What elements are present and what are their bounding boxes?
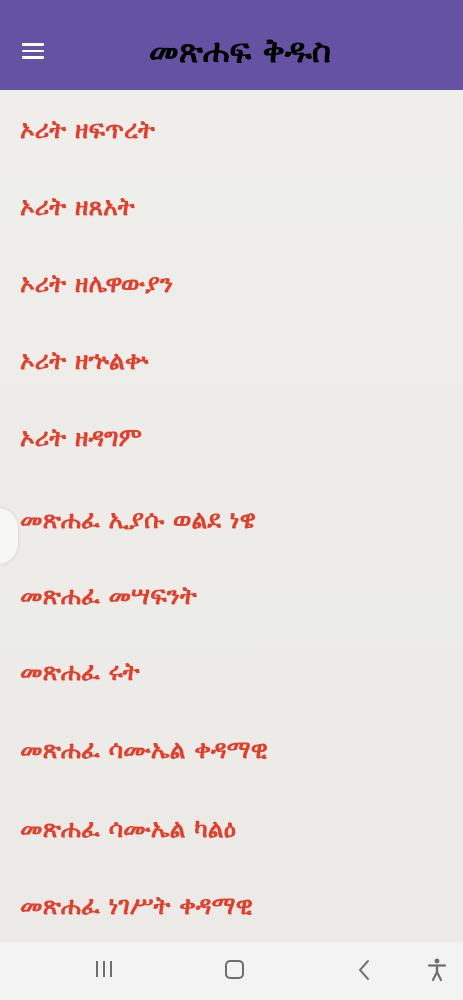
book-label: ኦሪት ዘሌዋውያን — [20, 269, 174, 298]
book-label: መጽሐፈ ሩት — [20, 657, 140, 686]
book-label: መጽሐፈ ሳሙኤል ካልዕ — [20, 814, 237, 843]
book-item-1-kings[interactable]: መጽሐፈ ነገሥት ቀዳማዊ — [0, 868, 463, 942]
book-label: ኦሪት ዘፍጥረት — [20, 115, 155, 144]
hamburger-menu-icon[interactable] — [18, 38, 50, 64]
book-label: መጽሐፈ ሳሙኤል ቀዳማዊ — [20, 735, 268, 764]
book-label: መጽሐፈ ነገሥት ቀዳማዊ — [20, 891, 253, 920]
home-icon[interactable] — [210, 942, 260, 1000]
status-bar — [0, 0, 463, 12]
book-label: ኦሪት ዘኍልቍ — [20, 346, 149, 375]
book-item-leviticus[interactable]: ኦሪት ዘሌዋውያን — [0, 246, 463, 322]
book-item-ruth[interactable]: መጽሐፈ ሩት — [0, 634, 463, 710]
book-item-deuteronomy[interactable]: ኦሪት ዘዳግም — [0, 400, 463, 476]
back-icon[interactable] — [340, 942, 390, 1000]
book-label: መጽሐፈ ኢያሱ ወልደ ነዌ — [20, 505, 256, 534]
book-item-joshua[interactable]: መጽሐፈ ኢያሱ ወልደ ነዌ — [0, 482, 463, 558]
book-item-2-samuel[interactable]: መጽሐፈ ሳሙኤል ካልዕ — [0, 791, 463, 867]
recent-apps-icon[interactable] — [80, 942, 130, 1000]
book-item-judges[interactable]: መጽሐፈ መሣፍንት — [0, 558, 463, 634]
book-item-genesis[interactable]: ኦሪት ዘፍጥረት — [0, 92, 463, 168]
system-nav-bar — [0, 942, 463, 1000]
book-label: ኦሪት ዘዳግም — [20, 423, 142, 452]
app-bar: መጽሐፍ ቅዱስ — [0, 12, 463, 90]
accessibility-icon[interactable] — [418, 942, 458, 1000]
book-item-1-samuel[interactable]: መጽሐፈ ሳሙኤል ቀዳማዊ — [0, 712, 463, 788]
book-label: ኦሪት ዘጸአት — [20, 192, 135, 221]
book-list[interactable]: ኦሪት ዘፍጥረት ኦሪት ዘጸአት ኦሪት ዘሌዋውያን ኦሪት ዘኍልቍ ኦ… — [0, 90, 463, 942]
app-title: መጽሐፍ ቅዱስ — [148, 31, 332, 70]
book-label: መጽሐፈ መሣፍንት — [20, 581, 197, 610]
book-item-numbers[interactable]: ኦሪት ዘኍልቍ — [0, 323, 463, 399]
book-item-exodus[interactable]: ኦሪት ዘጸአት — [0, 169, 463, 245]
